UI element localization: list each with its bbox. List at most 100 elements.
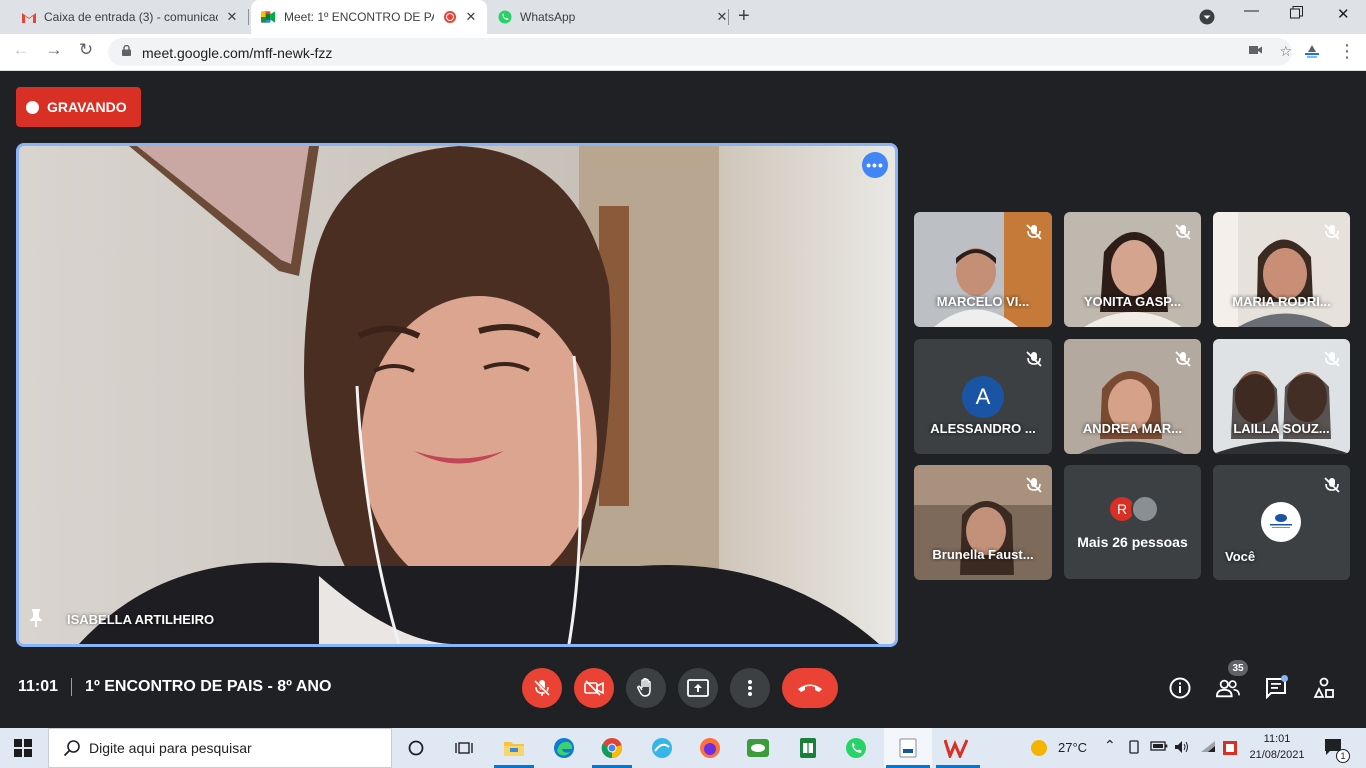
lock-icon[interactable] (122, 45, 131, 56)
meeting-title: 1º ENCONTRO DE PAIS - 8º ANO (85, 678, 332, 695)
app-icon[interactable] (650, 736, 674, 760)
pin-icon[interactable] (29, 609, 51, 630)
whatsapp-icon[interactable] (844, 736, 868, 760)
battery-icon[interactable] (1150, 740, 1168, 755)
close-tab-icon[interactable]: ✕ (224, 9, 240, 25)
participant-count-badge: 35 (1228, 660, 1248, 676)
chat-notification-dot (1281, 675, 1288, 682)
mic-muted-icon (1324, 477, 1340, 493)
whatsapp-icon (498, 10, 512, 24)
back-icon[interactable]: ← (10, 40, 32, 60)
camera-off-icon (584, 680, 604, 696)
more-options-button[interactable] (730, 668, 770, 708)
present-icon (687, 679, 709, 697)
address-bar-actions: ☆ (1249, 43, 1292, 60)
bookmark-star-icon[interactable]: ☆ (1279, 43, 1292, 60)
cortana-icon[interactable] (404, 736, 428, 760)
mic-muted-icon (1026, 224, 1042, 240)
participant-tile[interactable]: MARCELO VI... (914, 212, 1052, 327)
task-view-icon[interactable] (452, 736, 476, 760)
edge-icon[interactable] (552, 736, 576, 760)
record-dot-icon (26, 100, 39, 114)
avatar (1131, 495, 1159, 523)
recording-indicator-icon (444, 11, 456, 23)
new-tab-icon[interactable]: + (738, 5, 750, 28)
present-screen-button[interactable] (678, 668, 718, 708)
participant-tile[interactable]: Brunella Faust... (914, 465, 1052, 580)
participant-tile[interactable]: LAILLA SOUZ... (1213, 339, 1350, 454)
camera-icon[interactable] (1249, 43, 1263, 60)
mic-muted-icon (1324, 351, 1340, 367)
wifi-icon[interactable] (1200, 740, 1216, 757)
firefox-icon[interactable] (698, 736, 722, 760)
more-options-button[interactable]: ••• (862, 152, 888, 178)
more-participants-tile[interactable]: R Mais 26 pessoas (1064, 465, 1201, 579)
activities-button[interactable] (1312, 676, 1336, 700)
reload-icon[interactable]: ↻ (75, 40, 97, 60)
volume-icon[interactable] (1174, 740, 1190, 757)
participants-button[interactable] (1216, 676, 1240, 700)
address-bar: ← → ↻ meet.google.com/mff-newk-fzz ☆ ⋮ (0, 34, 1366, 71)
tab-meet[interactable]: Meet: 1º ENCONTRO DE PAIS ✕ (251, 0, 487, 34)
people-icon (1216, 679, 1240, 698)
url-field[interactable]: meet.google.com/mff-newk-fzz ☆ (108, 38, 1292, 66)
tab-whatsapp[interactable]: WhatsApp ✕ (498, 0, 727, 34)
tab-separator (248, 9, 249, 25)
tab-gmail[interactable]: Caixa de entrada (3) - comunicac ✕ (22, 0, 237, 34)
gmail-icon (22, 10, 36, 24)
participant-tile[interactable]: ANDREA MAR... (1064, 339, 1201, 454)
weather-icon[interactable] (1030, 739, 1048, 760)
antivirus-icon[interactable] (1222, 740, 1238, 759)
speaker-video-frame (19, 146, 895, 644)
taskbar-search-input[interactable]: Digite aqui para pesquisar (48, 728, 392, 768)
sheets-icon[interactable] (796, 736, 820, 760)
microphone-toggle-button[interactable] (522, 668, 562, 708)
notification-count-badge: 1 (1336, 749, 1350, 763)
forward-icon[interactable]: → (43, 40, 65, 60)
close-tab-icon[interactable]: ✕ (463, 9, 479, 25)
app-icon[interactable] (896, 736, 920, 760)
meet-stage: GRAVANDO ••• ISABELLA ARTILHEIRO MARCELO… (0, 71, 1366, 728)
weather-temperature[interactable]: 27°C (1058, 740, 1087, 755)
activities-icon (1313, 677, 1334, 698)
chevron-up-icon[interactable]: ⌃ (1104, 737, 1116, 754)
self-tile[interactable]: Você (1213, 465, 1350, 580)
hand-icon (637, 678, 651, 697)
mic-muted-icon (1026, 351, 1042, 367)
meet-icon (261, 10, 275, 24)
search-icon (63, 740, 80, 757)
pinned-participant-label: ISABELLA ARTILHEIRO (29, 609, 214, 630)
mic-off-icon (533, 679, 551, 697)
mic-muted-icon (1175, 351, 1191, 367)
chrome-icon[interactable] (600, 736, 624, 760)
meeting-info: 11:01 1º ENCONTRO DE PAIS - 8º ANO (18, 678, 331, 696)
recording-badge[interactable]: GRAVANDO (16, 87, 141, 127)
raise-hand-button[interactable] (626, 668, 666, 708)
file-explorer-icon[interactable] (502, 736, 526, 760)
browser-tab-bar: Caixa de entrada (3) - comunicac ✕ Meet:… (0, 0, 1366, 34)
system-clock[interactable]: 11:01 21/08/2021 (1248, 731, 1306, 763)
meeting-details-button[interactable] (1168, 676, 1192, 700)
leave-call-button[interactable] (782, 668, 838, 708)
participant-tile[interactable]: MARIA RODRI... (1213, 212, 1350, 327)
tab-search-icon[interactable] (1199, 9, 1215, 29)
windows-start-icon[interactable] (14, 739, 32, 757)
close-window-icon[interactable]: ✕ (1337, 5, 1350, 23)
minimize-icon[interactable]: — (1244, 2, 1259, 19)
mic-muted-icon (1324, 224, 1340, 240)
app-icon[interactable] (746, 736, 770, 760)
pinned-video[interactable]: ••• ISABELLA ARTILHEIRO (16, 143, 898, 647)
more-vert-icon (748, 680, 752, 696)
tab-separator (728, 9, 729, 25)
participant-tile[interactable]: YONITA GASP... (1064, 212, 1201, 327)
meeting-time: 11:01 (18, 678, 59, 695)
device-icon[interactable] (1128, 740, 1140, 757)
info-icon (1169, 677, 1191, 699)
participant-tile[interactable]: A ALESSANDRO ... (914, 339, 1052, 454)
app-icon[interactable] (944, 736, 968, 760)
camera-toggle-button[interactable] (574, 668, 614, 708)
mic-muted-icon (1175, 224, 1191, 240)
restore-icon[interactable] (1290, 6, 1303, 23)
menu-kebab-icon[interactable]: ⋮ (1338, 42, 1356, 60)
extension-icon[interactable] (1304, 44, 1320, 65)
